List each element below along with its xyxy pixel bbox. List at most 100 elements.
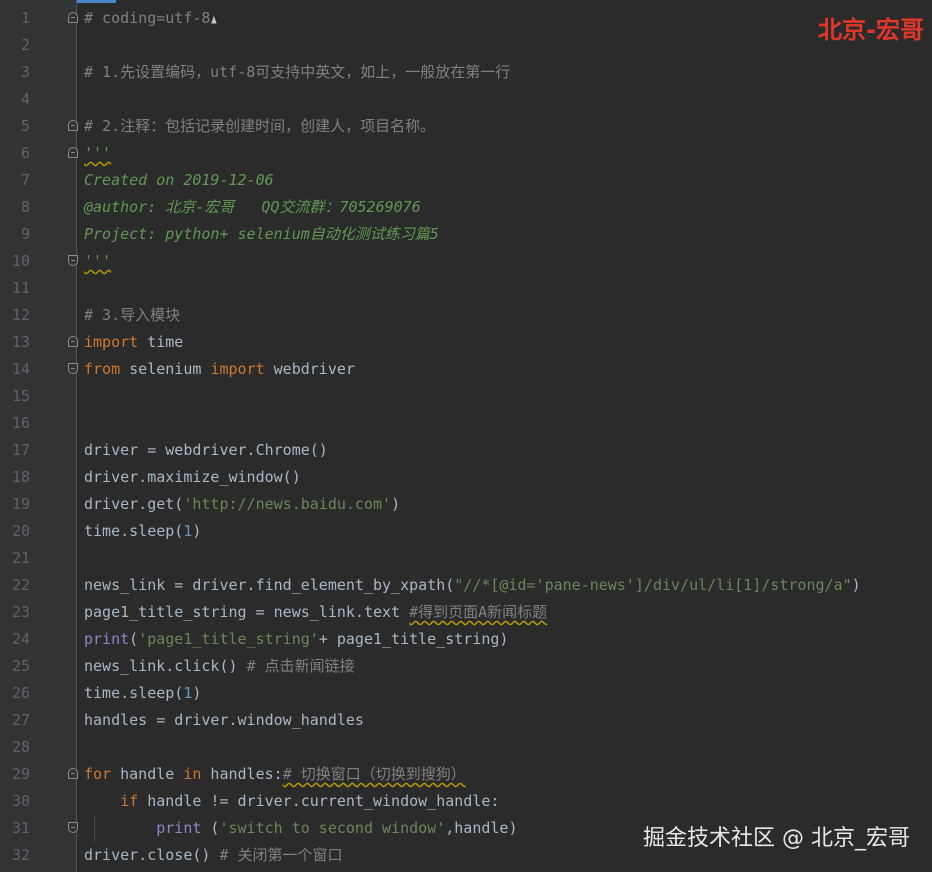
code-text: page1_title_string = news_link.text #得到页…: [84, 599, 547, 626]
code-token: ''': [84, 144, 112, 162]
code-line[interactable]: 1 # coding=utf-8▲: [0, 5, 932, 32]
line-number: 21: [11, 549, 30, 567]
watermark-bottom: 掘金技术社区 @ 北京_宏哥: [643, 826, 910, 851]
code-token: (: [129, 630, 139, 648]
line-number: 30: [11, 792, 30, 810]
code-token: # coding=utf-8: [84, 9, 211, 27]
line-number: 11: [11, 279, 30, 297]
line-number: 19: [11, 495, 30, 513]
code-line[interactable]: 11: [0, 275, 932, 302]
code-line[interactable]: 28: [0, 734, 932, 761]
fold-toggle-icon[interactable]: [68, 822, 78, 833]
line-number: 13: [11, 333, 30, 351]
code-text: time.sleep(1): [84, 518, 201, 545]
code-line[interactable]: 26 time.sleep(1): [0, 680, 932, 707]
fold-toggle-icon[interactable]: [68, 255, 78, 266]
line-number: 32: [11, 846, 30, 864]
fold-toggle-icon[interactable]: [68, 120, 78, 131]
code-token: in: [183, 765, 202, 783]
code-text: news_link = driver.find_element_by_xpath…: [84, 572, 861, 599]
code-token: # 3.导入模块: [84, 306, 181, 324]
flame-icon: ▲: [211, 12, 218, 27]
code-line[interactable]: 27 handles = driver.window_handles: [0, 707, 932, 734]
code-token: import: [84, 333, 139, 351]
code-line[interactable]: 2: [0, 32, 932, 59]
code-token: driver.close(): [84, 846, 220, 864]
code-line[interactable]: 30 if handle != driver.current_window_ha…: [0, 788, 932, 815]
code-text: @author: 北京-宏哥 QQ交流群：705269076: [84, 194, 421, 221]
line-number: 23: [11, 603, 30, 621]
code-token: time.sleep(: [84, 522, 184, 540]
code-line[interactable]: 17 driver = webdriver.Chrome(): [0, 437, 932, 464]
line-number: 17: [11, 441, 30, 459]
code-line[interactable]: 23 page1_title_string = news_link.text #得…: [0, 599, 932, 626]
code-token: 'http://news.baidu.com': [183, 495, 392, 513]
line-number: 7: [20, 171, 30, 189]
code-token: @author: 北京-宏哥 QQ交流群：705269076: [84, 198, 421, 216]
fold-toggle-icon[interactable]: [68, 363, 78, 374]
line-number: 2: [20, 36, 30, 54]
code-text: news_link.click() # 点击新闻链接: [84, 653, 355, 680]
line-number: 6: [20, 144, 30, 162]
code-text: Created on 2019-12-06: [84, 167, 274, 194]
code-line[interactable]: 13 import time: [0, 329, 932, 356]
code-line[interactable]: 24 print('page1_title_string'+ page1_titl…: [0, 626, 932, 653]
code-line[interactable]: 29 for handle in handles:# 切换窗口（切换到搜狗）: [0, 761, 932, 788]
code-line[interactable]: 3 # 1.先设置编码，utf-8可支持中英文，如上，一般放在第一行: [0, 59, 932, 86]
code-text: # 1.先设置编码，utf-8可支持中英文，如上，一般放在第一行: [84, 59, 510, 86]
line-number: 27: [11, 711, 30, 729]
code-token: page1_title_string = news_link.text: [84, 603, 410, 621]
code-token: ): [851, 576, 861, 594]
code-token: # 关闭第一个窗口: [219, 846, 343, 864]
fold-toggle-icon[interactable]: [68, 12, 78, 23]
fold-toggle-icon[interactable]: [68, 336, 78, 347]
code-token: ): [391, 495, 401, 513]
code-text: Project: python+ selenium自动化测试练习篇5: [84, 221, 439, 248]
code-text: print ('switch to second window',handle): [84, 815, 517, 842]
code-token: # 1.先设置编码，utf-8可支持中英文，如上，一般放在第一行: [84, 63, 511, 81]
code-token: handles = driver.window_handles: [84, 711, 364, 729]
code-line[interactable]: 12 # 3.导入模块: [0, 302, 932, 329]
code-line[interactable]: 19 driver.get('http://news.baidu.com'): [0, 491, 932, 518]
code-line[interactable]: 21: [0, 545, 932, 572]
code-token: "//*[@id='pane-news']/div/ul/li[1]/stron…: [454, 576, 852, 594]
code-token: # 点击新闻链接: [246, 657, 355, 675]
code-token: handle: [111, 765, 184, 783]
code-line[interactable]: 8 @author: 北京-宏哥 QQ交流群：705269076: [0, 194, 932, 221]
code-line[interactable]: 10 ''': [0, 248, 932, 275]
code-line[interactable]: 16: [0, 410, 932, 437]
code-line[interactable]: 7 Created on 2019-12-06: [0, 167, 932, 194]
line-number: 24: [11, 630, 30, 648]
line-number: 14: [11, 360, 30, 378]
line-number: 8: [20, 198, 30, 216]
code-line[interactable]: 15: [0, 383, 932, 410]
code-token: time: [138, 333, 184, 351]
code-line[interactable]: 4: [0, 86, 932, 113]
code-token: from: [84, 360, 121, 378]
line-number: 15: [11, 387, 30, 405]
line-number: 12: [11, 306, 30, 324]
code-token: for: [84, 765, 112, 783]
code-token: ''': [84, 252, 112, 270]
code-token: (: [201, 819, 220, 837]
code-line[interactable]: 6 ''': [0, 140, 932, 167]
code-line[interactable]: 9 Project: python+ selenium自动化测试练习篇5: [0, 221, 932, 248]
code-token: import: [210, 360, 265, 378]
fold-toggle-icon[interactable]: [68, 147, 78, 158]
fold-toggle-icon[interactable]: [68, 768, 78, 779]
line-number: 3: [20, 63, 30, 81]
code-line[interactable]: 25 news_link.click() # 点击新闻链接: [0, 653, 932, 680]
code-token: ): [192, 522, 202, 540]
code-token: 'page1_title_string': [138, 630, 319, 648]
code-line[interactable]: 18 driver.maximize_window(): [0, 464, 932, 491]
code-line[interactable]: 14 from selenium import webdriver: [0, 356, 932, 383]
line-number: 1: [20, 9, 30, 27]
code-text: # 2.注释：包括记录创建时间，创建人，项目名称。: [84, 113, 435, 140]
code-line[interactable]: 5 # 2.注释：包括记录创建时间，创建人，项目名称。: [0, 113, 932, 140]
code-line[interactable]: 22 news_link = driver.find_element_by_xpa…: [0, 572, 932, 599]
code-token: Project: python+ selenium自动化测试练习篇5: [84, 225, 439, 243]
indent-guide: [94, 815, 95, 842]
code-text: print('page1_title_string'+ page1_title_…: [84, 626, 508, 653]
code-editor[interactable]: 1 # coding=utf-8▲ 2 3 # 1.先设置编码，utf-8可支持中英文，…: [0, 0, 932, 872]
code-line[interactable]: 20 time.sleep(1): [0, 518, 932, 545]
